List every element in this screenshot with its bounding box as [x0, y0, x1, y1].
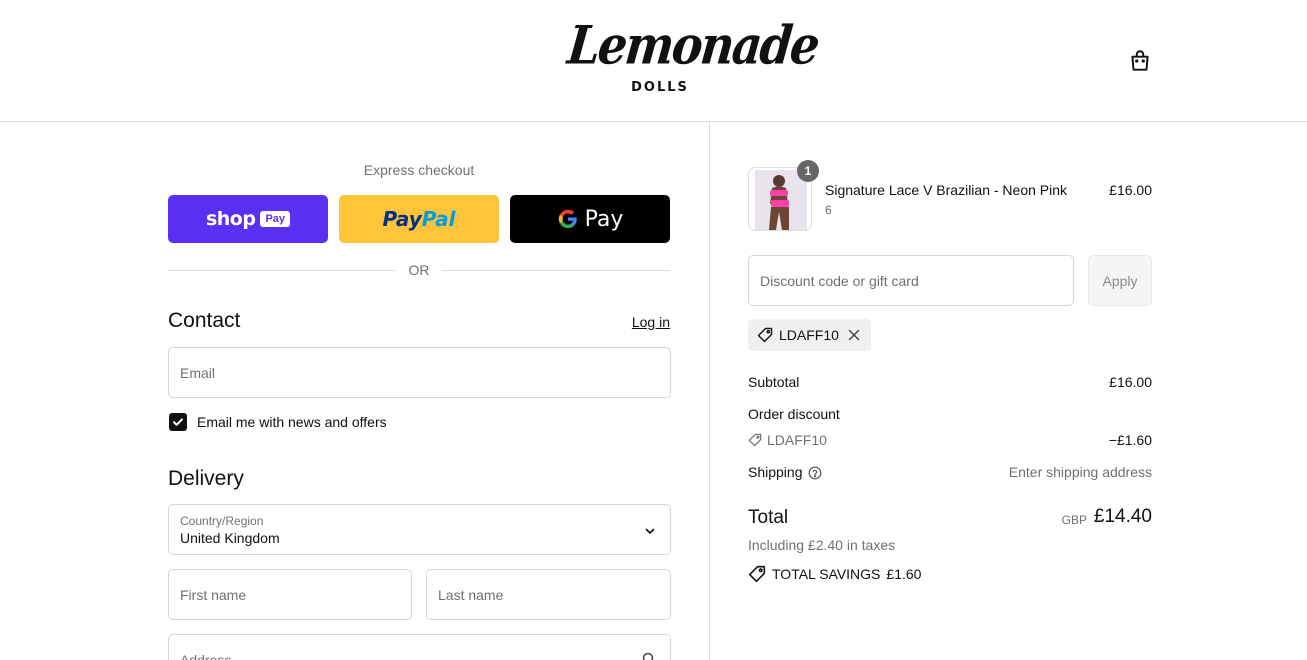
- shopping-bag-icon[interactable]: [1127, 48, 1153, 74]
- last-name-field[interactable]: Last name: [426, 569, 671, 620]
- shop-pay-logo-text: shop: [205, 208, 256, 230]
- product-price: £16.00: [1109, 182, 1152, 198]
- chevron-down-icon: [645, 528, 655, 534]
- total-label: Total: [748, 507, 789, 528]
- paypal-logo-part-1: Pay: [382, 207, 422, 231]
- or-separator: OR: [168, 262, 670, 278]
- subtotal-label: Subtotal: [748, 374, 800, 390]
- applied-discount-code: LDAFF10: [779, 327, 839, 343]
- first-name-field[interactable]: First name: [168, 569, 412, 620]
- email-placeholder: Email: [180, 365, 216, 381]
- discount-code-label: LDAFF10: [767, 432, 827, 448]
- contact-heading: Contact: [168, 309, 241, 332]
- shop-pay-button[interactable]: shop Pay: [168, 195, 328, 243]
- total-value: £14.40: [1093, 506, 1152, 527]
- tag-icon: [757, 327, 773, 343]
- brand-logo-script: Lemonade: [564, 13, 821, 77]
- total-currency: GBP: [1061, 513, 1087, 527]
- email-field[interactable]: Email: [168, 347, 671, 398]
- google-g-icon: [558, 209, 577, 229]
- site-header: Lemonade DOLLS: [0, 0, 1307, 122]
- first-name-placeholder: First name: [180, 587, 247, 603]
- total-savings-value: £1.60: [886, 566, 922, 582]
- newsletter-label: Email me with news and offers: [197, 414, 387, 430]
- last-name-placeholder: Last name: [438, 587, 504, 603]
- delivery-heading: Delivery: [168, 467, 244, 490]
- shop-pay-badge: Pay: [260, 211, 291, 227]
- checkmark-icon: [173, 418, 183, 426]
- search-icon: [642, 652, 654, 660]
- paypal-button[interactable]: PayPal: [339, 195, 499, 243]
- login-link[interactable]: Log in: [620, 314, 670, 330]
- applied-discount-chip: LDAFF10: [748, 319, 871, 351]
- total-savings: TOTAL SAVINGS £1.60: [748, 565, 921, 583]
- express-checkout-title: Express checkout: [363, 162, 475, 178]
- discount-code-input[interactable]: Discount code or gift card: [748, 255, 1074, 306]
- product-image: [755, 170, 807, 230]
- discount-value: −£1.60: [1108, 432, 1152, 448]
- paypal-logo-part-2: Pal: [421, 207, 456, 231]
- address-placeholder: Address: [180, 652, 232, 660]
- tag-icon: [748, 565, 766, 583]
- help-icon[interactable]: [808, 466, 822, 480]
- shipping-value: Enter shipping address: [1008, 464, 1152, 480]
- newsletter-checkbox[interactable]: [169, 413, 187, 431]
- quantity-badge: 1: [797, 160, 819, 182]
- google-pay-button[interactable]: Pay: [510, 195, 670, 243]
- order-discount-label: Order discount: [748, 406, 840, 422]
- brand-logo[interactable]: Lemonade DOLLS: [565, 14, 821, 104]
- shipping-label: Shipping: [748, 464, 803, 480]
- close-icon[interactable]: [846, 327, 862, 343]
- column-divider: [709, 122, 710, 660]
- paypal-logo: PayPal: [382, 207, 455, 231]
- country-select-label: Country/Region: [180, 514, 264, 528]
- discount-code-placeholder: Discount code or gift card: [760, 273, 919, 289]
- address-field[interactable]: Address: [168, 634, 671, 660]
- brand-logo-sub: DOLLS: [631, 80, 689, 95]
- taxes-note: Including £2.40 in taxes: [748, 537, 896, 553]
- total-savings-label: TOTAL SAVINGS: [772, 566, 881, 582]
- apply-discount-button[interactable]: Apply: [1088, 255, 1152, 306]
- or-line-right: [442, 270, 670, 271]
- google-pay-label: Pay: [584, 206, 624, 232]
- country-select-value: United Kingdom: [180, 530, 280, 546]
- tag-icon: [748, 433, 762, 447]
- product-name: Signature Lace V Brazilian - Neon Pink: [825, 182, 1068, 198]
- country-select[interactable]: Country/Region United Kingdom: [168, 504, 671, 555]
- subtotal-value: £16.00: [1109, 374, 1152, 390]
- product-variant: 6: [825, 203, 832, 217]
